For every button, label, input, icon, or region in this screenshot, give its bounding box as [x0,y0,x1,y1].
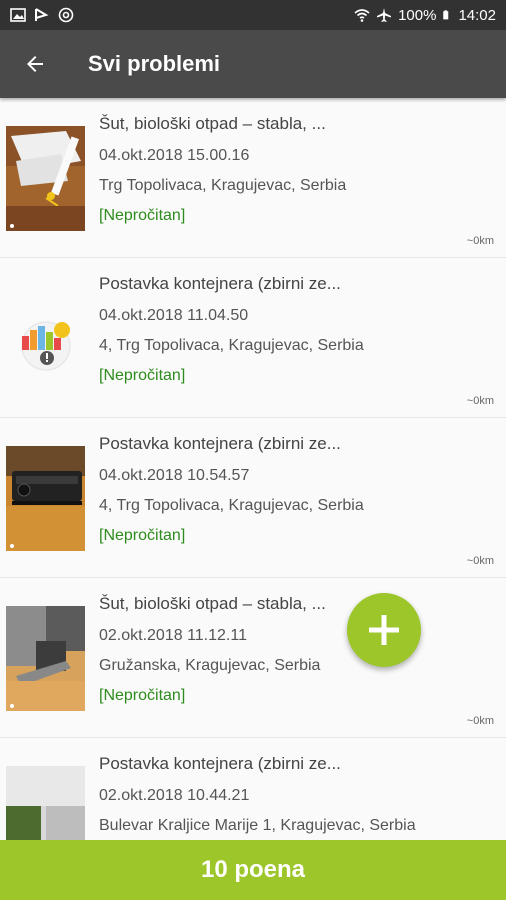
app-bar: Svi problemi [0,30,506,98]
arrow-back-icon [27,56,43,72]
item-address: 4, Trg Topolivaca, Kragujevac, Serbia [99,337,364,354]
problem-thumbnail [6,446,85,551]
item-address: Gružanska, Kragujevac, Serbia [99,657,321,674]
item-address: Trg Topolivaca, Kragujevac, Serbia [99,177,347,194]
problem-thumbnail [6,126,85,231]
item-date: 04.okt.2018 10.54.57 [99,467,250,484]
airplane-icon [377,8,392,22]
item-status: [Nepročitan] [99,207,186,224]
item-text: Postavka kontejnera (zbirni ze... 04.okt… [99,272,494,392]
item-distance: ~0km [466,715,494,727]
back-button[interactable] [0,30,70,98]
item-status: [Nepročitan] [99,527,186,544]
item-address: Bulevar Kraljice Marije 1, Kragujevac, S… [99,817,416,834]
list-item[interactable]: Postavka kontejnera (zbirni ze... 04.okt… [0,258,506,418]
image-icon [10,8,26,22]
item-title: Postavka kontejnera (zbirni ze... [99,274,341,293]
problem-thumbnail [6,766,85,840]
item-text: Šut, biološki otpad – stabla, ... 02.okt… [99,592,494,712]
item-title: Postavka kontejnera (zbirni ze... [99,754,341,773]
list-item[interactable]: Postavka kontejnera (zbirni ze... 02.okt… [0,738,506,840]
item-title: Postavka kontejnera (zbirni ze... [99,434,341,453]
status-right-icons: 100% 14:02 [354,7,496,24]
battery-icon [443,10,449,20]
clock: 14:02 [458,6,496,24]
add-problem-button[interactable] [347,593,421,667]
item-date: 04.okt.2018 15.00.16 [99,147,250,164]
item-date: 02.okt.2018 11.12.11 [99,627,247,644]
item-distance: ~0km [466,395,494,407]
plus-icon [369,615,399,645]
problem-thumbnail [6,606,85,711]
item-title: Šut, biološki otpad – stabla, ... [99,114,326,133]
item-distance: ~0km [466,235,494,247]
points-bar[interactable]: 10 poena [0,840,506,900]
item-distance: ~0km [466,555,494,567]
status-left-icons [10,7,74,23]
item-status: [Nepročitan] [99,367,186,384]
page-title: Svi problemi [88,51,221,76]
item-text: Postavka kontejnera (zbirni ze... 02.okt… [99,752,494,840]
list-item[interactable]: Šut, biološki otpad – stabla, ... 02.okt… [0,578,506,738]
problem-list: Šut, biološki otpad – stabla, ... 04.okt… [0,98,506,840]
app-logo-thumbnail [6,288,85,393]
item-date: 02.okt.2018 10.44.21 [99,787,250,804]
status-bar: 100% 14:02 [0,0,506,30]
list-item[interactable]: Postavka kontejnera (zbirni ze... 04.okt… [0,418,506,578]
item-text: Postavka kontejnera (zbirni ze... 04.okt… [99,432,494,552]
points-label: 10 poena [200,856,306,883]
battery-percent: 100% [398,6,437,24]
item-address: 4, Trg Topolivaca, Kragujevac, Serbia [99,497,364,514]
list-item[interactable]: Šut, biološki otpad – stabla, ... 04.okt… [0,98,506,258]
item-date: 04.okt.2018 11.04.50 [99,307,249,324]
wifi-icon [354,9,370,22]
flag-icon [35,8,49,21]
at-icon [58,7,74,23]
item-status: [Nepročitan] [99,687,186,704]
item-text: Šut, biološki otpad – stabla, ... 04.okt… [99,112,494,232]
item-title: Šut, biološki otpad – stabla, ... [99,594,326,613]
